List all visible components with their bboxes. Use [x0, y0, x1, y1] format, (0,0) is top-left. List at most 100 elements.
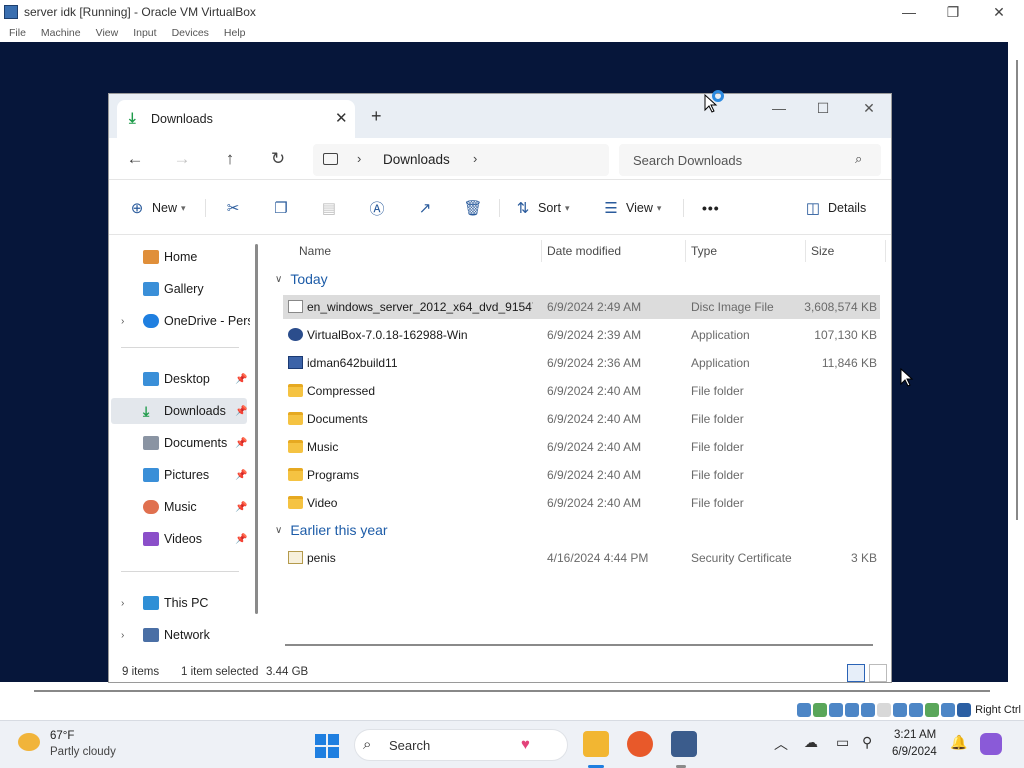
table-row[interactable]: Music 6/9/2024 2:40 AM File folder	[283, 435, 880, 459]
forward-button[interactable]: →	[171, 148, 193, 170]
nav-scrollbar[interactable]	[255, 244, 258, 614]
home-icon	[143, 250, 159, 264]
copy-button[interactable]: ❐	[271, 198, 291, 218]
nav-item-onedrive[interactable]: › OneDrive - Personal	[111, 308, 250, 334]
network-tray-icon[interactable]: ⚲	[862, 734, 872, 751]
nav-item-home[interactable]: Home	[111, 244, 247, 270]
breadcrumb-downloads[interactable]: Downloads	[383, 152, 450, 167]
nav-item-gallery[interactable]: Gallery	[111, 276, 247, 302]
new-button[interactable]: ⊕ New ▾	[127, 198, 186, 218]
nav-item-music[interactable]: Music 📌	[111, 494, 247, 520]
menu-devices[interactable]: Devices	[172, 27, 209, 39]
menu-help[interactable]: Help	[224, 27, 246, 39]
chevron-right-icon[interactable]: ›	[121, 316, 124, 327]
minimize-window-icon[interactable]: —	[769, 98, 789, 118]
table-row[interactable]: Documents 6/9/2024 2:40 AM File folder	[283, 407, 880, 431]
chevron-right-icon[interactable]: ›	[121, 598, 124, 609]
back-button[interactable]: ←	[124, 148, 146, 170]
table-row[interactable]: penis 4/16/2024 4:44 PM Security Certifi…	[283, 546, 880, 570]
vbox-horizontal-scrollbar[interactable]	[0, 682, 1024, 700]
nav-item-thispc[interactable]: › This PC	[111, 590, 247, 616]
close-window-icon[interactable]: ✕	[859, 98, 879, 118]
sort-button[interactable]: ⇅ Sort ▾	[513, 198, 570, 218]
tab-downloads[interactable]: ⤓ Downloads ✕	[117, 100, 355, 138]
clock-time[interactable]: 3:21 AM	[894, 729, 936, 741]
menu-input[interactable]: Input	[133, 27, 156, 39]
details-button[interactable]: ◫ Details	[803, 198, 866, 218]
chevron-right-icon[interactable]: ›	[357, 151, 361, 166]
recording-icon[interactable]	[909, 703, 924, 717]
search-input[interactable]: Search Downloads ⌕	[619, 144, 881, 176]
close-tab-icon[interactable]: ✕	[335, 109, 348, 127]
firefox-taskbar-icon[interactable]	[627, 731, 653, 757]
chevron-down-icon: ▾	[181, 202, 186, 213]
table-row[interactable]: Compressed 6/9/2024 2:40 AM File folder	[283, 379, 880, 403]
address-bar[interactable]: › Downloads ›	[313, 144, 609, 176]
column-header-type[interactable]: Type	[691, 240, 717, 262]
weather-description[interactable]: Partly cloudy	[50, 746, 116, 758]
maximize-window-icon[interactable]: ☐	[813, 98, 833, 118]
nav-item-videos[interactable]: Videos 📌	[111, 526, 247, 552]
display-tray-icon[interactable]: ▭	[836, 734, 849, 751]
delete-button[interactable]: 🗑	[463, 198, 483, 218]
refresh-button[interactable]: ↻	[267, 148, 289, 170]
file-list-scrollbar[interactable]	[285, 644, 873, 646]
menu-machine[interactable]: Machine	[41, 27, 81, 39]
column-header-name[interactable]: Name	[299, 240, 331, 262]
virtualbox-taskbar-icon[interactable]	[671, 731, 697, 757]
shared-folders-icon[interactable]	[877, 703, 892, 717]
column-header-date[interactable]: Date modified	[547, 240, 621, 262]
nav-item-network[interactable]: › Network	[111, 622, 247, 648]
cpu-icon[interactable]	[925, 703, 940, 717]
group-header-today[interactable]: ∨ Today	[275, 268, 328, 290]
paste-button[interactable]: ▤	[319, 198, 339, 218]
hard-disk-icon[interactable]	[797, 703, 812, 717]
table-row[interactable]: Programs 6/9/2024 2:40 AM File folder	[283, 463, 880, 487]
group-header-earlier[interactable]: ∨ Earlier this year	[275, 519, 388, 541]
close-icon[interactable]: ✕	[990, 3, 1008, 21]
nav-item-documents[interactable]: Documents 📌	[111, 430, 247, 456]
up-button[interactable]: ↑	[219, 148, 241, 170]
chevron-right-icon[interactable]: ›	[121, 630, 124, 641]
share-button[interactable]: ↗	[415, 198, 435, 218]
column-header-size[interactable]: Size	[811, 240, 834, 262]
network-adapter-icon[interactable]	[845, 703, 860, 717]
optical-drive-icon[interactable]	[813, 703, 828, 717]
view-button[interactable]: ☰ View ▾	[601, 198, 661, 218]
copilot-icon[interactable]	[980, 733, 1002, 755]
taskbar-search[interactable]: ⌕ Search ♥	[354, 729, 568, 761]
new-tab-button[interactable]: +	[371, 106, 382, 127]
rename-icon: Ⓐ	[369, 200, 385, 218]
file-explorer-taskbar-icon[interactable]	[583, 731, 609, 757]
more-options-button[interactable]: •••	[697, 198, 720, 218]
menu-file[interactable]: File	[9, 27, 26, 39]
restore-icon[interactable]: ❐	[944, 3, 962, 21]
minimize-icon[interactable]: —	[900, 3, 918, 21]
table-row[interactable]: VirtualBox-7.0.18-162988-Win 6/9/2024 2:…	[283, 323, 880, 347]
cut-button[interactable]: ✂	[223, 198, 243, 218]
keyboard-icon[interactable]	[957, 703, 972, 717]
chevron-right-icon[interactable]: ›	[473, 151, 477, 166]
tiles-view-button[interactable]	[869, 664, 887, 682]
table-row[interactable]: Video 6/9/2024 2:40 AM File folder	[283, 491, 880, 515]
mouse-integration-icon[interactable]	[941, 703, 956, 717]
usb-icon[interactable]	[861, 703, 876, 717]
weather-partly-cloudy-icon[interactable]	[18, 733, 40, 751]
nav-item-downloads[interactable]: ⤓ Downloads 📌	[111, 398, 247, 424]
nav-item-desktop[interactable]: Desktop 📌	[111, 366, 247, 392]
start-button[interactable]	[315, 734, 339, 758]
table-row[interactable]: idman642build11 6/9/2024 2:36 AM Applica…	[283, 351, 880, 375]
nav-item-pictures[interactable]: Pictures 📌	[111, 462, 247, 488]
vbox-vertical-scrollbar[interactable]	[1008, 42, 1024, 682]
table-row[interactable]: en_windows_server_2012_x64_dvd_91547... …	[283, 295, 880, 319]
weather-temperature[interactable]: 67°F	[50, 730, 74, 742]
audio-icon[interactable]	[829, 703, 844, 717]
clock-date[interactable]: 6/9/2024	[892, 746, 937, 758]
display-icon[interactable]	[893, 703, 908, 717]
rename-button[interactable]: Ⓐ	[367, 198, 387, 218]
details-view-button[interactable]	[847, 664, 865, 682]
onedrive-tray-icon[interactable]: ☁	[804, 734, 818, 751]
notification-bell-icon[interactable]: 🔔	[950, 734, 967, 751]
chevron-up-icon[interactable]: ︿	[774, 734, 788, 754]
menu-view[interactable]: View	[96, 27, 119, 39]
